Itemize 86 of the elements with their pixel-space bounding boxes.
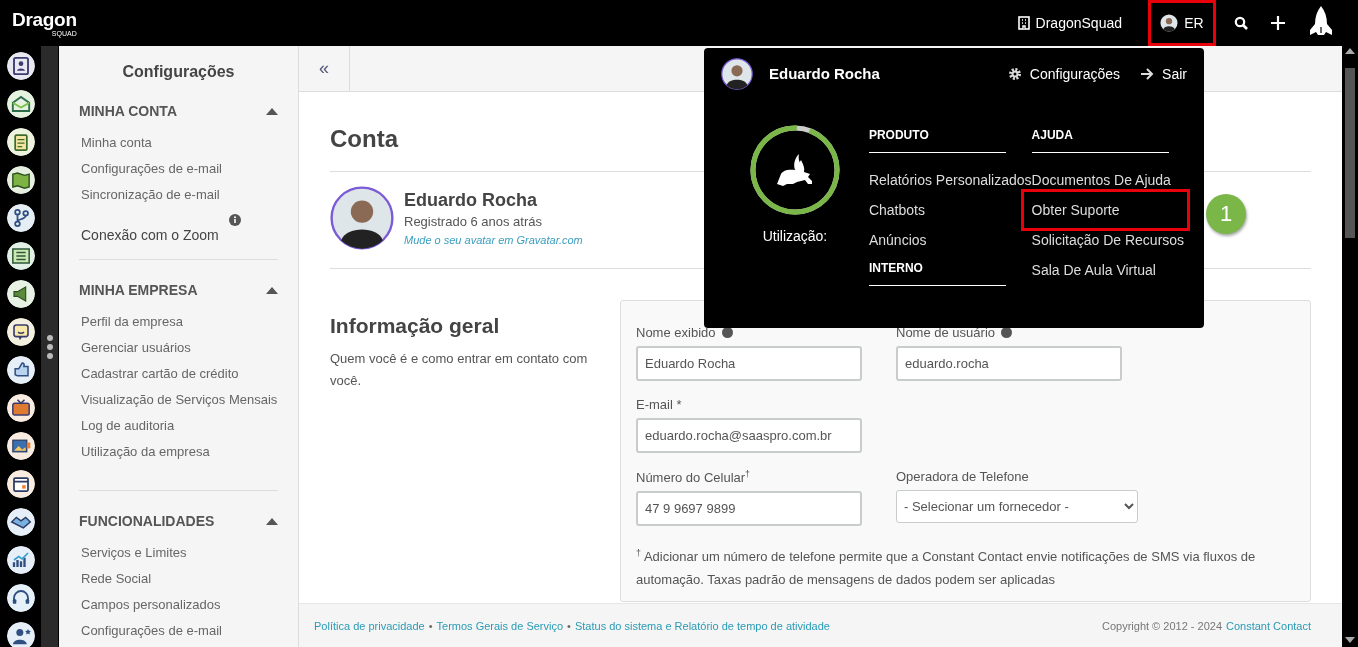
megaphone-icon[interactable]	[6, 280, 35, 308]
input-field[interactable]: eduardo.rocha@saaspro.com.br	[636, 418, 862, 453]
user-menu-button[interactable]: ER	[1148, 0, 1216, 46]
menu-link[interactable]: Obter Suporte	[1023, 192, 1187, 228]
sidebar-link[interactable]: Minha conta	[79, 129, 158, 155]
copyright-text: Copyright © 2012 - 2024	[1102, 619, 1222, 632]
avatar-icon	[330, 186, 394, 250]
sidebar-link[interactable]: Serviços e Limites	[79, 539, 193, 565]
menu-group-heading: INTERNO	[868, 255, 1006, 286]
section-heading: FUNCIONALIDADES	[79, 513, 215, 529]
sidebar-title: Configurações	[121, 63, 236, 81]
sidebar-link[interactable]: Gerenciar usuários	[79, 334, 197, 360]
field-label: Nome de usuário	[896, 325, 995, 340]
separator-dot: •	[428, 619, 433, 632]
input-field[interactable]: Eduardo Rocha	[636, 346, 862, 381]
user-star-icon[interactable]	[6, 622, 35, 647]
field-label: Operadora de Telefone	[896, 469, 1029, 484]
menu-group-heading: AJUDA	[1031, 99, 1169, 153]
input-field[interactable]: eduardo.rocha	[896, 346, 1122, 381]
logo-text: Dragon	[12, 9, 77, 29]
list-icon[interactable]	[6, 242, 35, 270]
sidebar-link[interactable]: Log de auditoria	[79, 412, 181, 438]
tv-icon[interactable]	[6, 394, 35, 422]
envelope-icon[interactable]	[6, 90, 35, 118]
building-icon	[1017, 16, 1030, 30]
user-name: Eduardo Rocha	[769, 65, 881, 82]
branch-icon[interactable]	[6, 204, 35, 232]
sidebar-link[interactable]: Campos personalizados	[79, 591, 227, 617]
registration-text: Registrado 6 anos atrás	[404, 214, 544, 229]
field-label: Número do Celular$^{†}$	[636, 469, 751, 486]
menu-link[interactable]: Solicitação De Recursos	[1031, 225, 1185, 255]
section-description: Quem você é e como entrar em contato com você.	[330, 350, 589, 390]
menu-link[interactable]: Chatbots	[868, 195, 925, 225]
thumbs-up-icon[interactable]	[6, 356, 35, 384]
sidebar-link[interactable]: Perfil da empresa	[79, 308, 189, 334]
help-icon	[1001, 327, 1012, 338]
growth-chart-icon[interactable]	[6, 546, 35, 574]
scrollbar-thumb[interactable]	[1345, 68, 1355, 238]
sidebar-link[interactable]: Utilização da empresa	[79, 438, 216, 464]
arrow-right-icon	[1140, 67, 1155, 80]
help-icon	[721, 327, 733, 338]
settings-icon	[1007, 66, 1022, 81]
search-icon[interactable]	[1234, 16, 1248, 30]
contact-card-icon[interactable]	[6, 52, 35, 80]
scroll-up-icon[interactable]	[1345, 48, 1355, 54]
calendar-icon[interactable]	[6, 470, 35, 498]
carrier-select[interactable]: - Selecionar um fornecedor -	[896, 490, 1138, 523]
avatar-icon	[721, 57, 753, 90]
avatar-icon	[1160, 14, 1179, 32]
settings-link[interactable]: Configurações	[1007, 65, 1121, 82]
section-heading: MINHA EMPRESA	[79, 282, 198, 298]
section-heading: MINHA CONTA	[79, 103, 177, 119]
menu-link[interactable]: Sala De Aula Virtual	[1031, 255, 1156, 285]
section-title: Informação geral	[330, 314, 501, 338]
scroll-down-icon[interactable]	[1345, 637, 1355, 643]
sidebar-link[interactable]: Visualização de Serviços Mensais	[79, 386, 284, 412]
sidebar-link[interactable]: Configurações de e-mail	[79, 155, 228, 181]
separator-dot: •	[567, 619, 571, 632]
info-icon	[228, 214, 241, 226]
collapse-triangle-icon[interactable]	[266, 517, 278, 525]
drag-handle-icon[interactable]	[45, 333, 54, 360]
menu-link[interactable]: Documentos De Ajuda	[1031, 165, 1171, 195]
footnote-text: $^{†}$ Adicionar um número de telefone permite que a Constant Contact envie notificações de SMS via fluxos de automação. Taxas padrão de mensagens de dados podem ser aplicadas	[636, 547, 1257, 589]
headset-icon[interactable]	[6, 584, 35, 612]
page-title: Conta	[330, 125, 398, 154]
sidebar-link[interactable]: Cadastrar cartão de crédito	[79, 360, 245, 386]
menu-link[interactable]: Relatórios Personalizados	[868, 165, 1032, 195]
chat-bubble-icon[interactable]	[6, 318, 35, 346]
input-field[interactable]: 47 9 9697 9899	[636, 491, 862, 527]
logout-link[interactable]: Sair	[1140, 65, 1187, 82]
account-button[interactable]: DragonSquad	[1017, 15, 1122, 31]
menu-link[interactable]: Anúncios	[868, 225, 927, 255]
usage-label: Utilização:	[762, 228, 828, 244]
field-label: E-mail *	[636, 397, 682, 412]
menu-group-heading: PRODUTO	[868, 99, 1006, 153]
clipboard-icon[interactable]	[6, 128, 35, 156]
sidebar-link[interactable]: Configurações de e-mail	[79, 617, 228, 643]
map-icon[interactable]	[6, 166, 35, 194]
image-icon[interactable]	[6, 432, 35, 460]
collapse-triangle-icon[interactable]	[266, 107, 278, 115]
sidebar-link[interactable]: Rede Social	[79, 565, 158, 591]
field-label: Nome exibido	[636, 325, 716, 340]
sidebar-link[interactable]: Sincronização de e-mail	[79, 181, 226, 207]
profile-name: Eduardo Rocha	[404, 190, 538, 211]
plus-icon[interactable]	[1270, 15, 1286, 31]
collapse-triangle-icon[interactable]	[266, 286, 278, 294]
